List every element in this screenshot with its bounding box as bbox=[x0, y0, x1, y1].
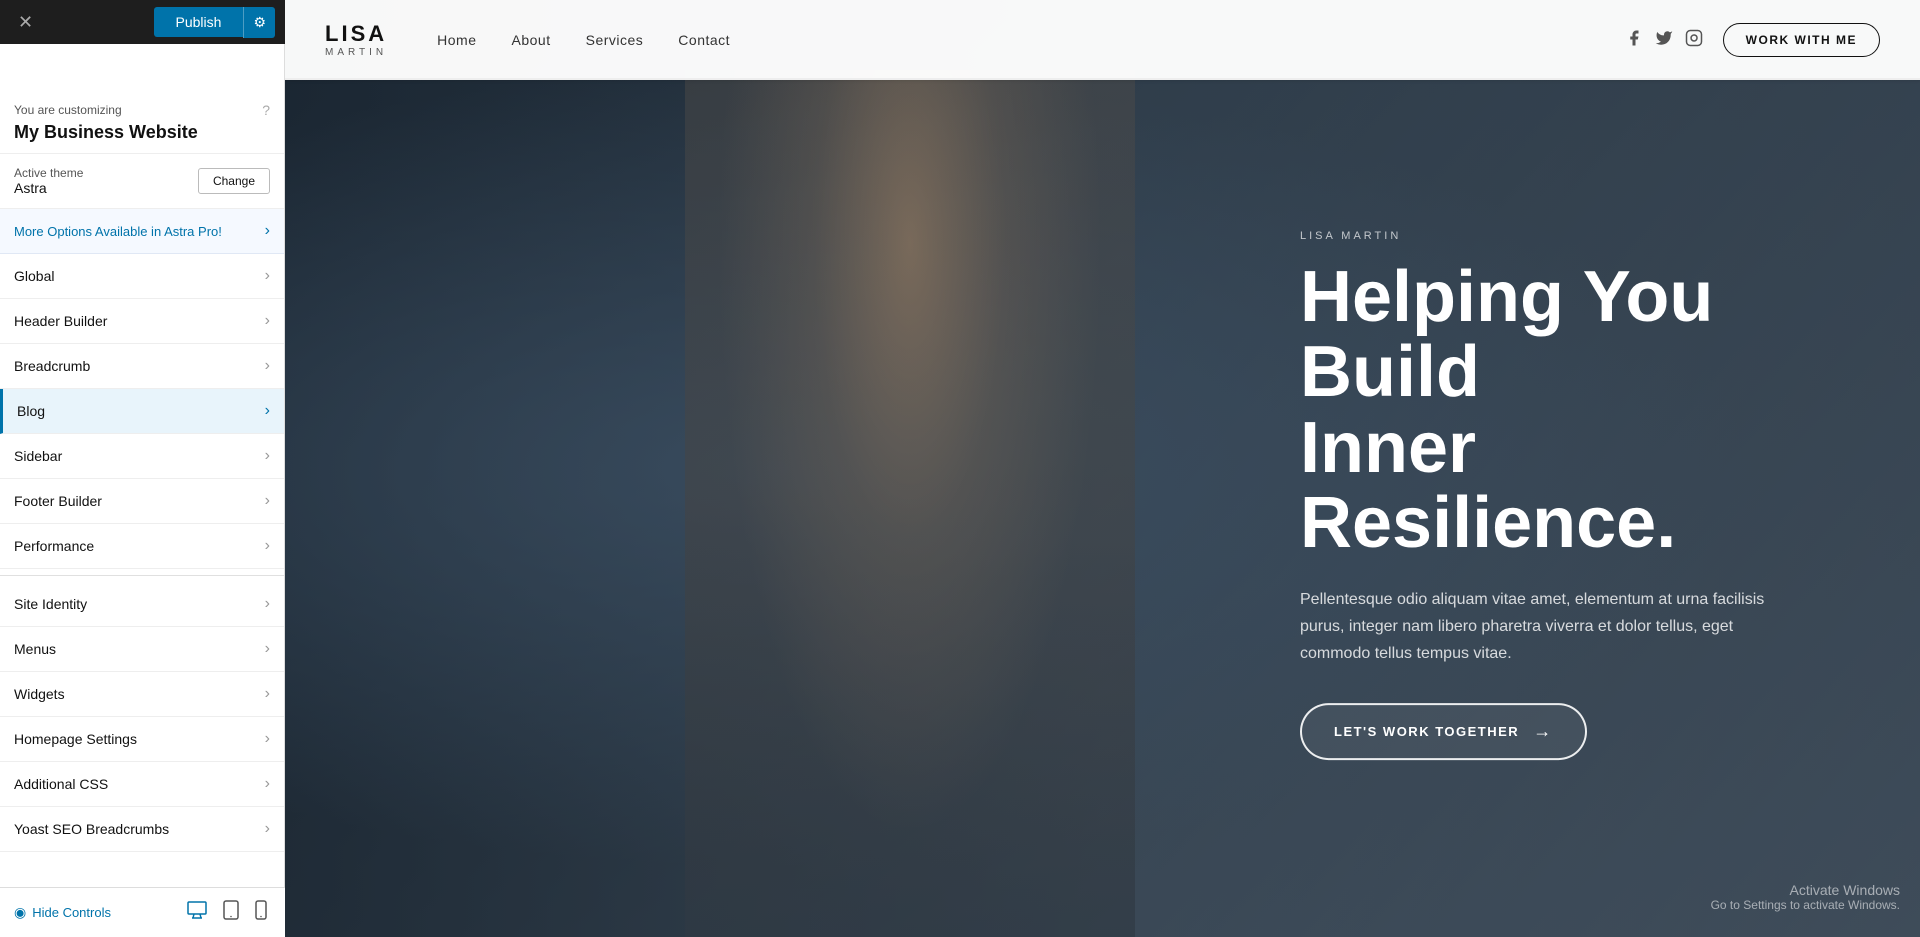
preview-area: LISA MARTIN Helping You Build Inner Resi… bbox=[285, 0, 1920, 937]
hide-controls-button[interactable]: ◉ Hide Controls bbox=[14, 904, 111, 921]
sidebar: You are customizing ? My Business Websit… bbox=[0, 0, 285, 937]
facebook-icon[interactable] bbox=[1625, 29, 1643, 52]
active-theme-label: Active theme bbox=[14, 166, 83, 180]
customizing-text: You are customizing bbox=[14, 103, 122, 117]
site-title: My Business Website bbox=[14, 122, 270, 143]
hero-title: Helping You Build Inner Resilience. bbox=[1300, 260, 1860, 562]
device-icons bbox=[183, 896, 271, 929]
nav-link-contact[interactable]: Contact bbox=[678, 32, 730, 48]
sidebar-separator bbox=[0, 575, 284, 576]
promo-chevron-icon: › bbox=[265, 222, 270, 240]
sidebar-item-header-builder[interactable]: Header Builder › bbox=[0, 299, 284, 344]
sidebar-item-homepage-settings[interactable]: Homepage Settings › bbox=[0, 717, 284, 762]
sidebar-item-performance[interactable]: Performance › bbox=[0, 524, 284, 569]
nav-link-home[interactable]: Home bbox=[437, 32, 476, 48]
sidebar-item-footer-builder[interactable]: Footer Builder › bbox=[0, 479, 284, 524]
sidebar-item-breadcrumb[interactable]: Breadcrumb › bbox=[0, 344, 284, 389]
hide-icon: ◉ bbox=[14, 904, 26, 921]
hero-content: LISA MARTIN Helping You Build Inner Resi… bbox=[1300, 230, 1860, 761]
publish-settings-button[interactable]: ⚙ bbox=[243, 7, 275, 38]
tablet-device-button[interactable] bbox=[219, 896, 243, 929]
help-icon[interactable]: ? bbox=[262, 102, 270, 118]
sidebar-header: You are customizing ? My Business Websit… bbox=[0, 88, 284, 154]
nav-link-services[interactable]: Services bbox=[586, 32, 644, 48]
sidebar-item-additional-css[interactable]: Additional CSS › bbox=[0, 762, 284, 807]
theme-info: Active theme Astra bbox=[14, 166, 83, 196]
promo-label: More Options Available in Astra Pro! bbox=[14, 224, 222, 239]
site-navigation: LISA MARTIN Home About Services Contact bbox=[285, 0, 1920, 80]
twitter-icon[interactable] bbox=[1655, 29, 1673, 52]
hero-cta-arrow-icon: → bbox=[1533, 722, 1553, 743]
website: LISA MARTIN Helping You Build Inner Resi… bbox=[285, 0, 1920, 937]
sidebar-item-sidebar[interactable]: Sidebar › bbox=[0, 434, 284, 479]
top-bar: ✕ Publish ⚙ bbox=[0, 0, 285, 44]
hero-person-image bbox=[685, 70, 1135, 937]
close-button[interactable]: ✕ bbox=[10, 8, 41, 37]
menu-list: Global › Header Builder › Breadcrumb › B… bbox=[0, 254, 284, 852]
nav-link-about[interactable]: About bbox=[512, 32, 551, 48]
hero-title-line2: Inner Resilience. bbox=[1300, 408, 1676, 564]
hero-cta-button[interactable]: LET'S WORK TOGETHER → bbox=[1300, 704, 1587, 761]
promo-item[interactable]: More Options Available in Astra Pro! › bbox=[0, 209, 284, 254]
sidebar-item-blog[interactable]: Blog › bbox=[0, 389, 284, 434]
publish-area: Publish ⚙ bbox=[154, 7, 275, 38]
logo-sub: MARTIN bbox=[325, 47, 387, 58]
hero-body-text: Pellentesque odio aliquam vitae amet, el… bbox=[1300, 586, 1780, 668]
logo-name: LISA bbox=[325, 22, 387, 46]
desktop-device-button[interactable] bbox=[183, 896, 211, 929]
sidebar-item-global[interactable]: Global › bbox=[0, 254, 284, 299]
hero-title-line1: Helping You Build bbox=[1300, 257, 1713, 413]
hero-subtitle: LISA MARTIN bbox=[1300, 230, 1860, 242]
hero-cta-label: LET'S WORK TOGETHER bbox=[1334, 725, 1519, 740]
nav-links: Home About Services Contact bbox=[437, 32, 730, 48]
sidebar-bottom-bar: ◉ Hide Controls bbox=[0, 887, 285, 937]
nav-divider bbox=[285, 78, 1920, 80]
nav-cta-button[interactable]: WORK WITH ME bbox=[1723, 23, 1880, 57]
site-logo: LISA MARTIN bbox=[325, 22, 387, 57]
change-theme-button[interactable]: Change bbox=[198, 168, 270, 194]
active-theme-name: Astra bbox=[14, 180, 83, 196]
social-icons bbox=[1625, 29, 1703, 52]
instagram-icon[interactable] bbox=[1685, 29, 1703, 52]
nav-right: WORK WITH ME bbox=[1625, 23, 1880, 57]
hero-section: LISA MARTIN Helping You Build Inner Resi… bbox=[285, 0, 1920, 937]
sidebar-item-site-identity[interactable]: Site Identity › bbox=[0, 582, 284, 627]
sidebar-item-menus[interactable]: Menus › bbox=[0, 627, 284, 672]
mobile-device-button[interactable] bbox=[251, 896, 271, 929]
sidebar-item-yoast-seo[interactable]: Yoast SEO Breadcrumbs › bbox=[0, 807, 284, 852]
active-theme-row: Active theme Astra Change bbox=[0, 154, 284, 209]
customizing-label: You are customizing ? bbox=[14, 102, 270, 118]
hide-controls-label: Hide Controls bbox=[32, 905, 111, 920]
sidebar-item-widgets[interactable]: Widgets › bbox=[0, 672, 284, 717]
publish-button[interactable]: Publish bbox=[154, 7, 244, 37]
